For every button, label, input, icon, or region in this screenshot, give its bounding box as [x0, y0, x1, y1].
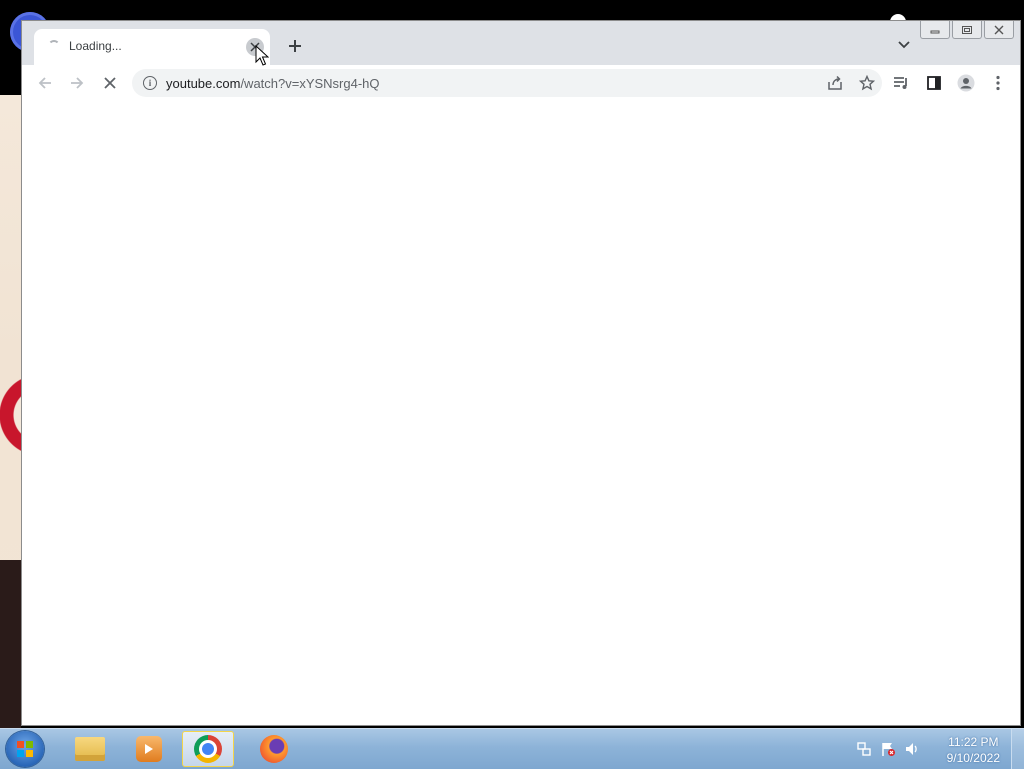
- queue-music-icon: [894, 77, 907, 89]
- browser-toolbar: i youtube.com/watch?v=xYSNsrg4-hQ: [22, 65, 1020, 102]
- browser-window: Loading... i youtube.com/watch?v=xYSNsrg…: [21, 20, 1021, 726]
- url-path: /watch?v=xYSNsrg4-hQ: [240, 76, 380, 91]
- clock-time: 11:22 PM: [948, 735, 999, 749]
- loading-spinner-icon: [48, 40, 60, 52]
- tab-strip: Loading...: [22, 21, 1020, 65]
- play-icon: [145, 744, 153, 754]
- action-center-flag-icon[interactable]: [880, 741, 896, 757]
- site-info-icon[interactable]: i: [143, 76, 157, 90]
- system-tray: [856, 741, 920, 757]
- start-button[interactable]: [6, 731, 44, 767]
- taskbar-clock[interactable]: 11:22 PM 9/10/2022: [947, 734, 1000, 766]
- clock-date: 9/10/2022: [946, 751, 1000, 765]
- window-controls: [920, 21, 1014, 39]
- kebab-menu-icon: [996, 75, 1000, 91]
- taskbar-app-firefox[interactable]: [248, 731, 300, 767]
- taskbar-app-media-player[interactable]: [123, 731, 175, 767]
- media-player-icon: [136, 736, 162, 762]
- arrow-left-icon: [38, 77, 51, 89]
- avatar-icon: [957, 74, 975, 92]
- stop-icon: [104, 77, 116, 89]
- close-icon: [994, 25, 1004, 34]
- chrome-icon: [194, 735, 222, 763]
- media-controls-button[interactable]: [892, 74, 910, 92]
- restore-button[interactable]: [952, 21, 982, 39]
- window-close-button[interactable]: [984, 21, 1014, 39]
- new-tab-button[interactable]: [284, 35, 306, 57]
- volume-icon[interactable]: [904, 741, 920, 757]
- folder-icon: [75, 737, 105, 761]
- minimize-icon: [930, 30, 940, 33]
- desktop-wallpaper-detail: [0, 340, 21, 490]
- taskbar-app-explorer[interactable]: [64, 731, 116, 767]
- plus-icon: [289, 40, 301, 52]
- tab-title: Loading...: [69, 39, 122, 53]
- show-desktop-button[interactable]: [1011, 729, 1024, 769]
- desktop-wallpaper-shadow: [0, 560, 21, 730]
- address-bar[interactable]: i youtube.com/watch?v=xYSNsrg4-hQ: [132, 69, 882, 97]
- arrow-right-icon: [71, 77, 84, 89]
- network-icon[interactable]: [856, 741, 872, 757]
- browser-tab[interactable]: Loading...: [34, 29, 270, 65]
- share-button[interactable]: [826, 74, 844, 92]
- taskbar-app-chrome[interactable]: [182, 731, 234, 767]
- chevron-down-icon: [898, 41, 910, 49]
- star-icon: [859, 75, 875, 91]
- url-domain: youtube.com: [166, 76, 241, 91]
- taskbar: 11:22 PM 9/10/2022: [0, 728, 1024, 769]
- minimize-button[interactable]: [920, 21, 950, 39]
- firefox-icon: [260, 735, 288, 763]
- stop-button[interactable]: [99, 72, 121, 94]
- menu-button[interactable]: [989, 74, 1007, 92]
- share-icon: [828, 75, 842, 90]
- url-text[interactable]: youtube.com/watch?v=xYSNsrg4-hQ: [166, 76, 380, 91]
- side-panel-button[interactable]: [925, 74, 943, 92]
- back-button[interactable]: [34, 72, 56, 94]
- mouse-cursor-icon: [255, 45, 269, 66]
- forward-button[interactable]: [66, 72, 88, 94]
- restore-icon: [962, 25, 972, 34]
- page-content: [22, 101, 1020, 725]
- profile-button[interactable]: [957, 74, 975, 92]
- bookmark-button[interactable]: [858, 74, 876, 92]
- tab-search-button[interactable]: [896, 37, 912, 53]
- side-panel-icon: [927, 76, 941, 90]
